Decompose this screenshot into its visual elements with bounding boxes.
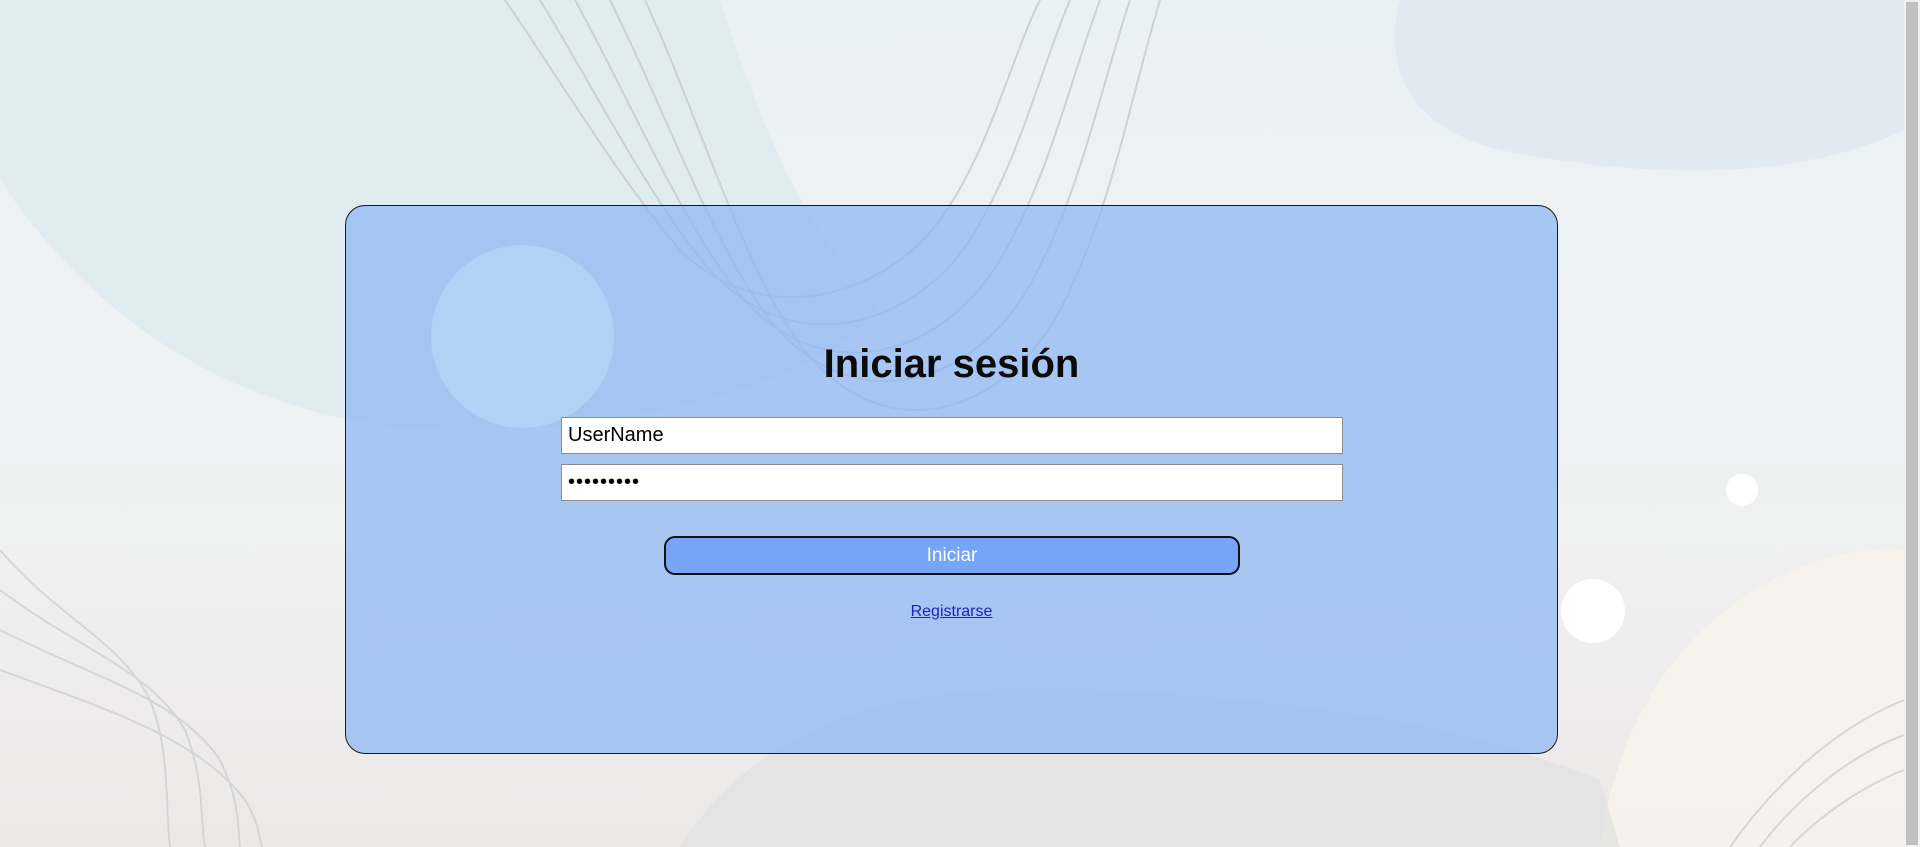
login-card: Iniciar sesión Iniciar Registrarse [345, 205, 1558, 754]
page-background: Iniciar sesión Iniciar Registrarse [0, 0, 1920, 847]
register-link[interactable]: Registrarse [346, 603, 1557, 621]
password-input[interactable] [561, 464, 1343, 501]
page-title: Iniciar sesión [823, 342, 1080, 386]
username-input[interactable] [561, 417, 1343, 454]
scrollbar-thumb[interactable] [1906, 2, 1918, 845]
login-button[interactable]: Iniciar [664, 536, 1240, 575]
